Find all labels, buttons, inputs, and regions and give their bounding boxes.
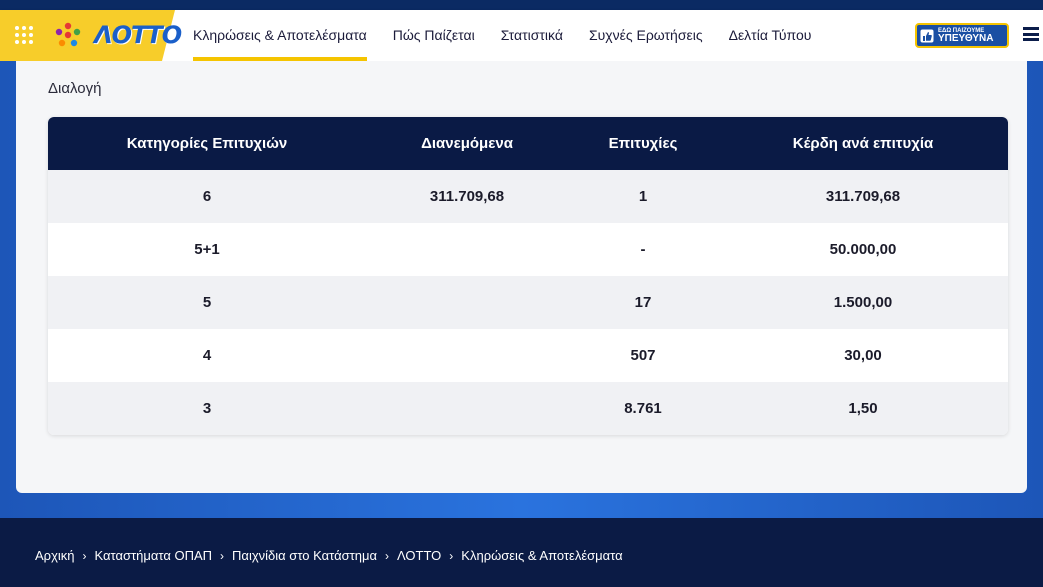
table-row: 6 311.709,68 1 311.709,68	[48, 170, 1008, 223]
breadcrumb-opap-stores[interactable]: Καταστήματα ΟΠΑΠ	[95, 548, 213, 563]
cell-category: 6	[202, 188, 212, 205]
table-row: 5+1 - 50.000,00	[48, 223, 1008, 276]
badge-line-2: ΥΠΕΥΘΥΝΑ	[938, 32, 994, 44]
nav-item-how-to-play[interactable]: Πώς Παίζεται	[393, 10, 475, 61]
header-winners: Επιτυχίες	[608, 135, 678, 152]
header-prize-per-winner: Κέρδη ανά επιτυχία	[792, 135, 934, 152]
chevron-right-icon: ›	[82, 548, 87, 563]
cell-category: 5+1	[194, 241, 220, 258]
cell-prize: 1,50	[848, 400, 878, 417]
cell-prize: 30,00	[844, 347, 882, 364]
chevron-right-icon: ›	[449, 548, 454, 563]
menu-icon[interactable]	[1023, 27, 1039, 41]
responsible-gaming-badge[interactable]: ΕΔΩ ΠΑΙΖΟΥΜΕ ΥΠΕΥΘΥΝΑ	[915, 23, 1009, 48]
cell-winners: 1	[638, 188, 648, 205]
site-header: ΛΟΤΤΟ Κληρώσεις & Αποτελέσματα Πώς Παίζε…	[0, 10, 1043, 61]
nav-item-press-releases[interactable]: Δελτία Τύπου	[729, 10, 812, 61]
cell-category: 5	[202, 294, 212, 311]
cell-category: 3	[202, 400, 212, 417]
breadcrumb-home[interactable]: Αρχική	[35, 548, 75, 563]
thumbs-up-icon	[920, 29, 934, 42]
table-header: Κατηγορίες Επιτυχιών Διανεμόμενα Επιτυχί…	[48, 117, 1008, 170]
nav-item-statistics[interactable]: Στατιστικά	[501, 10, 563, 61]
nav-item-draws-results[interactable]: Κληρώσεις & Αποτελέσματα	[193, 10, 367, 61]
results-table: Κατηγορίες Επιτυχιών Διανεμόμενα Επιτυχί…	[48, 117, 1008, 435]
nav-item-faq[interactable]: Συχνές Ερωτήσεις	[589, 10, 703, 61]
header-distributed: Διανεμόμενα	[421, 135, 513, 152]
main-nav: Κληρώσεις & Αποτελέσματα Πώς Παίζεται Στ…	[193, 10, 837, 61]
header-categories: Κατηγορίες Επιτυχιών	[126, 135, 288, 152]
cell-winners: -	[640, 241, 646, 258]
breadcrumb-lotto[interactable]: ΛΟΤΤΟ	[397, 548, 441, 563]
cell-prize: 1.500,00	[833, 294, 893, 311]
breadcrumb-store-games[interactable]: Παιχνίδια στο Κατάστημα	[232, 548, 377, 563]
table-row: 3 8.761 1,50	[48, 382, 1008, 435]
chevron-right-icon: ›	[220, 548, 225, 563]
breadcrumb: Αρχική › Καταστήματα ΟΠΑΠ › Παιχνίδια στ…	[35, 548, 623, 563]
chevron-right-icon: ›	[385, 548, 390, 563]
cell-distributed: 311.709,68	[429, 188, 505, 205]
table-row: 5 17 1.500,00	[48, 276, 1008, 329]
cell-prize: 50.000,00	[829, 241, 897, 258]
top-strip	[0, 0, 1043, 10]
lotto-star-icon	[55, 22, 81, 47]
breadcrumb-draws-results[interactable]: Κληρώσεις & Αποτελέσματα	[461, 548, 622, 563]
cell-prize: 311.709,68	[825, 188, 901, 205]
section-title: Διαλογή	[48, 80, 102, 97]
cell-winners: 507	[630, 347, 656, 364]
cell-winners: 17	[634, 294, 652, 311]
cell-category: 4	[202, 347, 212, 364]
cell-winners: 8.761	[624, 400, 662, 417]
table-body: 6 311.709,68 1 311.709,68 5+1 - 50.000,0…	[48, 170, 1008, 435]
brand-logo-text[interactable]: ΛΟΤΤΟ	[94, 21, 182, 49]
apps-grid-icon[interactable]	[15, 26, 33, 44]
table-row: 4 507 30,00	[48, 329, 1008, 382]
